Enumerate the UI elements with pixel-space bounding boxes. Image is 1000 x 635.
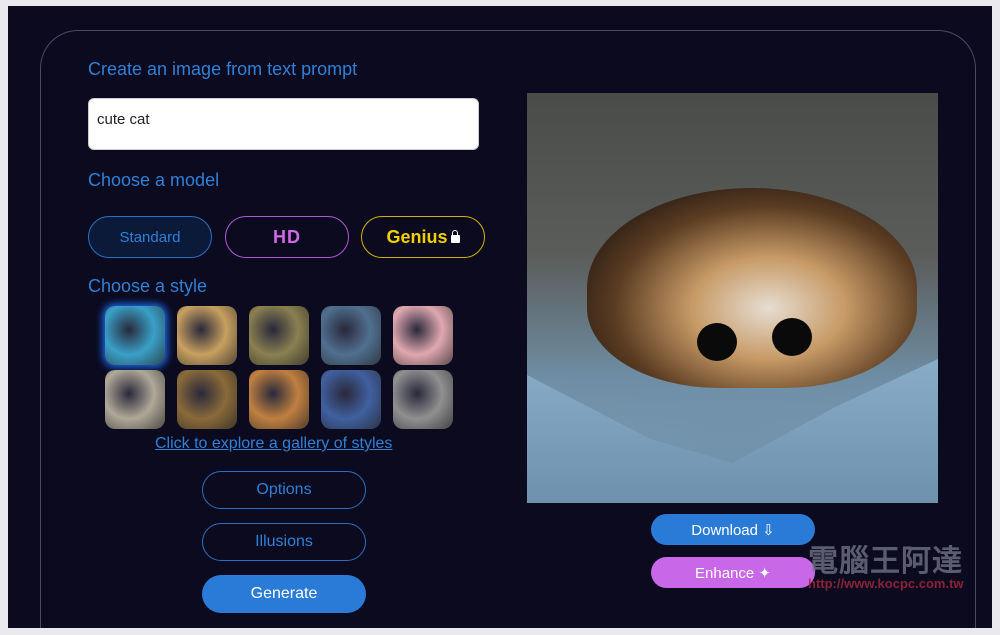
model-heading: Choose a model xyxy=(88,170,220,190)
cat-eye xyxy=(697,323,737,361)
cat-eye xyxy=(772,318,812,356)
model-genius-button[interactable]: Genius xyxy=(361,216,485,258)
illusions-button[interactable]: Illusions xyxy=(202,523,366,561)
style-thumbnail[interactable] xyxy=(393,306,453,365)
watermark-title: 電腦王阿達 xyxy=(808,545,963,578)
model-standard-button[interactable]: Standard xyxy=(88,216,212,258)
enhance-button[interactable]: Enhance ✦ xyxy=(651,557,815,588)
style-thumbnail[interactable] xyxy=(249,306,309,365)
style-grid xyxy=(105,306,453,429)
style-thumbnail[interactable] xyxy=(105,370,165,429)
lock-icon xyxy=(450,230,460,243)
model-label: Standard xyxy=(119,228,181,246)
model-label: Genius xyxy=(386,226,448,247)
model-label: HD xyxy=(273,226,301,247)
style-thumbnail[interactable] xyxy=(177,306,237,365)
cat-shape xyxy=(587,188,917,388)
generate-button[interactable]: Generate xyxy=(202,575,366,613)
style-thumbnail[interactable] xyxy=(249,370,309,429)
style-thumbnail[interactable] xyxy=(177,370,237,429)
prompt-input[interactable]: cute cat xyxy=(88,98,479,150)
style-heading: Choose a style xyxy=(88,276,208,296)
prompt-heading: Create an image from text prompt xyxy=(88,59,358,79)
app-screen: Create an image from text prompt cute ca… xyxy=(8,6,992,628)
generated-image xyxy=(527,93,938,503)
style-thumbnail[interactable] xyxy=(321,370,381,429)
watermark-url: http://www.kocpc.com.tw xyxy=(808,576,964,591)
style-thumbnail[interactable] xyxy=(321,306,381,365)
model-hd-button[interactable]: HD xyxy=(225,216,349,258)
style-thumbnail[interactable] xyxy=(393,370,453,429)
options-button[interactable]: Options xyxy=(202,471,366,509)
download-button[interactable]: Download ⇩ xyxy=(651,514,815,545)
gallery-link[interactable]: Click to explore a gallery of styles xyxy=(155,435,392,453)
style-thumbnail[interactable] xyxy=(105,306,165,365)
